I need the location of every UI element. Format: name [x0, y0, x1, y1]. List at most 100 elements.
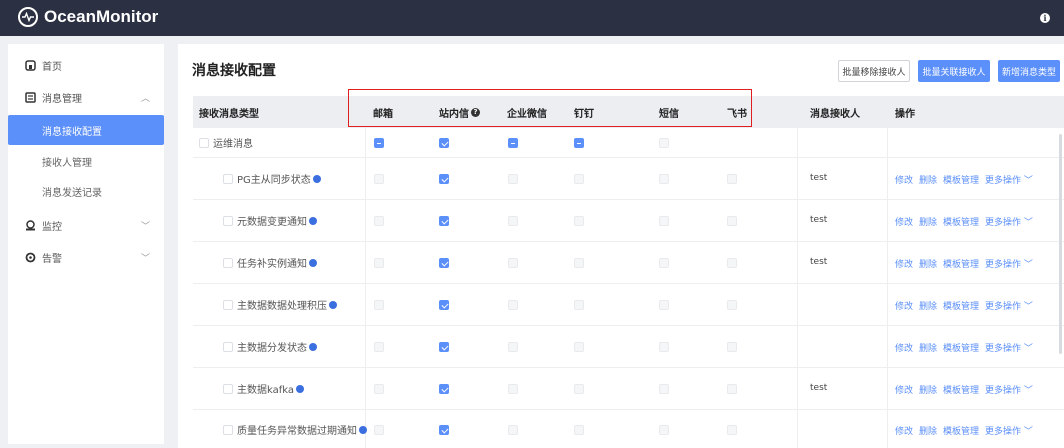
info-icon[interactable] [309, 216, 317, 225]
edit-link[interactable]: 修改 [895, 424, 913, 437]
sidebar-item-home[interactable]: 首页 [8, 50, 164, 80]
template-link[interactable]: 模板管理 [943, 173, 979, 186]
chevron-down-icon: ﹀ [140, 222, 150, 232]
channel-checkbox[interactable] [439, 300, 449, 310]
delete-link[interactable]: 删除 [919, 173, 937, 186]
edit-link[interactable]: 修改 [895, 215, 913, 228]
edit-link[interactable]: 修改 [895, 257, 913, 270]
channel-checkbox [574, 342, 584, 352]
row-checkbox[interactable] [223, 216, 233, 226]
delete-link[interactable]: 删除 [919, 257, 937, 270]
delete-link[interactable]: 删除 [919, 383, 937, 396]
channel-checkbox [659, 138, 669, 148]
row-checkbox[interactable] [223, 174, 233, 184]
sidebar-item-label: 监控 [42, 221, 62, 233]
row-checkbox[interactable] [223, 342, 233, 352]
info-icon[interactable] [296, 384, 305, 393]
more-actions-link[interactable]: 更多操作 ﹀ [985, 173, 1033, 186]
table-row[interactable]: 任务补实例通知 test 修改 删除 模板管理 更多操作 ﹀ [193, 242, 1064, 284]
more-actions-link[interactable]: 更多操作 ﹀ [985, 215, 1033, 228]
channel-checkbox [574, 425, 584, 435]
table-row[interactable]: 主数据kafka test 修改 删除 模板管理 更多操作 ﹀ [193, 368, 1064, 410]
info-icon[interactable] [312, 174, 321, 183]
more-actions-link[interactable]: 更多操作 ﹀ [985, 424, 1033, 437]
channel-checkbox[interactable] [439, 425, 449, 435]
more-actions-link[interactable]: 更多操作 ﹀ [985, 299, 1033, 312]
message-type-label: 任务补实例通知 [237, 259, 307, 270]
row-actions: 修改 删除 模板管理 更多操作 ﹀ [895, 341, 1033, 354]
row-checkbox[interactable] [223, 425, 233, 435]
info-circle-icon[interactable]: i [1040, 13, 1050, 23]
column-divider [365, 368, 366, 409]
channel-checkbox[interactable] [439, 384, 449, 394]
receiver-value: test [810, 173, 828, 183]
channel-checkbox [659, 258, 669, 268]
more-actions-link[interactable]: 更多操作 ﹀ [985, 257, 1033, 270]
channel-checkbox[interactable] [574, 138, 584, 148]
delete-link[interactable]: 删除 [919, 299, 937, 312]
more-actions-link[interactable]: 更多操作 ﹀ [985, 341, 1033, 354]
channel-checkbox[interactable] [439, 342, 449, 352]
channel-checkbox[interactable] [374, 138, 384, 148]
more-actions-link[interactable]: 更多操作 ﹀ [985, 383, 1033, 396]
batch-remove-receiver-button[interactable]: 批量移除接收人 [838, 60, 910, 82]
table-row[interactable]: PG主从同步状态 test 修改 删除 模板管理 更多操作 ﹀ [193, 158, 1064, 200]
message-type-label: 质量任务异常数据过期通知 [237, 426, 357, 437]
row-actions: 修改 删除 模板管理 更多操作 ﹀ [895, 173, 1033, 186]
sidebar-item-message-management[interactable]: 消息管理 ︿ [8, 82, 164, 112]
edit-link[interactable]: 修改 [895, 299, 913, 312]
info-icon[interactable] [309, 258, 317, 267]
table-row[interactable]: 主数据数据处理积压 修改 删除 模板管理 更多操作 ﹀ [193, 284, 1064, 326]
brand[interactable]: OceanMonitor [18, 7, 158, 27]
sidebar-item-message-receive-config[interactable]: 消息接收配置 [8, 115, 164, 145]
template-link[interactable]: 模板管理 [943, 341, 979, 354]
template-link[interactable]: 模板管理 [943, 424, 979, 437]
scrollbar[interactable] [1059, 134, 1062, 354]
delete-link[interactable]: 删除 [919, 215, 937, 228]
template-link[interactable]: 模板管理 [943, 257, 979, 270]
row-checkbox[interactable] [199, 138, 209, 148]
sidebar-item-send-records[interactable]: 消息发送记录 [8, 176, 164, 206]
channel-checkbox[interactable] [439, 216, 449, 226]
top-bar: OceanMonitor i [0, 0, 1064, 36]
edit-link[interactable]: 修改 [895, 173, 913, 186]
channel-checkbox [659, 300, 669, 310]
row-checkbox[interactable] [223, 300, 233, 310]
channel-checkbox[interactable] [439, 258, 449, 268]
column-divider [887, 368, 888, 409]
channel-checkbox[interactable] [508, 138, 518, 148]
add-message-type-button[interactable]: 新增消息类型 [998, 60, 1060, 82]
sidebar-item-monitor[interactable]: 监控 ﹀ [8, 210, 164, 240]
info-icon[interactable] [309, 342, 317, 351]
message-type-label: 主数据kafka [237, 385, 295, 396]
info-icon[interactable] [329, 300, 337, 309]
sidebar-item-receiver-management[interactable]: 接收人管理 [8, 146, 164, 176]
row-actions: 修改 删除 模板管理 更多操作 ﹀ [895, 257, 1033, 270]
edit-link[interactable]: 修改 [895, 383, 913, 396]
column-divider [887, 326, 888, 367]
message-type-name: PG主从同步状态 [237, 158, 321, 199]
channel-checkbox[interactable] [439, 174, 449, 184]
row-checkbox[interactable] [223, 258, 233, 268]
column-divider [365, 326, 366, 367]
template-link[interactable]: 模板管理 [943, 215, 979, 228]
template-link[interactable]: 模板管理 [943, 383, 979, 396]
channel-checkbox[interactable] [439, 138, 449, 148]
channel-checkbox [508, 216, 518, 226]
sidebar-item-label: 告警 [42, 253, 62, 265]
delete-link[interactable]: 删除 [919, 341, 937, 354]
batch-link-receiver-button[interactable]: 批量关联接收人 [918, 60, 990, 82]
sidebar-item-alarm[interactable]: 告警 ﹀ [8, 242, 164, 272]
table-row[interactable]: 元数据变更通知 test 修改 删除 模板管理 更多操作 ﹀ [193, 200, 1064, 242]
row-checkbox[interactable] [223, 384, 233, 394]
column-divider [365, 200, 366, 241]
table-row[interactable]: 主数据分发状态 修改 删除 模板管理 更多操作 ﹀ [193, 326, 1064, 368]
template-link[interactable]: 模板管理 [943, 299, 979, 312]
receiver-value: test [810, 215, 828, 225]
table-row[interactable]: 质量任务异常数据过期通知 修改 删除 模板管理 更多操作 ﹀ [193, 410, 1064, 448]
column-divider [797, 410, 798, 448]
info-icon[interactable] [359, 425, 367, 434]
table-row[interactable]: 运维消息 [193, 128, 1064, 158]
edit-link[interactable]: 修改 [895, 341, 913, 354]
delete-link[interactable]: 删除 [919, 424, 937, 437]
